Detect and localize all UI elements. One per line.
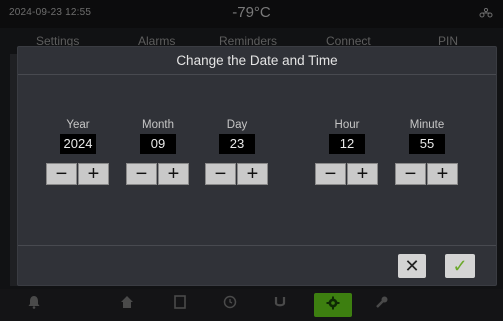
month-stepper: − + <box>126 163 190 185</box>
day-field: Day 23 − + <box>205 119 269 185</box>
divider <box>18 74 496 75</box>
day-label: Day <box>226 119 248 131</box>
hour-value: 12 <box>329 134 365 154</box>
bottom-nav-bar <box>0 289 503 321</box>
network-icon <box>479 7 493 21</box>
day-plus-button[interactable]: + <box>237 163 268 185</box>
year-field: Year 2024 − + <box>46 119 110 185</box>
minute-field: Minute 55 − + <box>395 119 459 185</box>
day-minus-button[interactable]: − <box>205 163 236 185</box>
dialog-title: Change the Date and Time <box>176 53 338 68</box>
day-stepper: − + <box>205 163 269 185</box>
hour-field: Hour 12 − + <box>315 119 379 185</box>
magnet-icon[interactable] <box>270 295 290 315</box>
month-label: Month <box>142 119 174 131</box>
hour-minus-button[interactable]: − <box>315 163 346 185</box>
year-minus-button[interactable]: − <box>46 163 77 185</box>
clock-icon[interactable] <box>220 295 240 315</box>
day-value: 23 <box>219 134 255 154</box>
month-field: Month 09 − + <box>126 119 190 185</box>
bell-icon[interactable] <box>24 295 44 315</box>
hour-label: Hour <box>334 119 360 131</box>
year-stepper: − + <box>46 163 110 185</box>
minute-stepper: − + <box>395 163 459 185</box>
home-icon[interactable] <box>117 295 137 315</box>
month-plus-button[interactable]: + <box>158 163 189 185</box>
hour-stepper: − + <box>315 163 379 185</box>
month-value: 09 <box>140 134 176 154</box>
wrench-icon[interactable] <box>372 295 392 315</box>
status-bar: 2024-09-23 12:55 -79°C <box>0 0 503 28</box>
screen: 2024-09-23 12:55 -79°C Settings Alarms R… <box>0 0 503 321</box>
hour-plus-button[interactable]: + <box>347 163 378 185</box>
confirm-button[interactable]: ✓ <box>445 254 475 278</box>
gear-icon[interactable] <box>314 293 352 317</box>
cancel-button[interactable]: ✕ <box>398 254 426 278</box>
temperature-readout: -79°C <box>232 4 271 21</box>
divider <box>18 245 496 246</box>
date-time-dialog: Change the Date and Time Year 2024 − + M… <box>17 46 497 286</box>
year-label: Year <box>66 119 90 131</box>
year-plus-button[interactable]: + <box>78 163 109 185</box>
month-minus-button[interactable]: − <box>126 163 157 185</box>
minute-value: 55 <box>409 134 445 154</box>
minute-plus-button[interactable]: + <box>427 163 458 185</box>
minute-minus-button[interactable]: − <box>395 163 426 185</box>
document-icon[interactable] <box>170 295 190 315</box>
year-value: 2024 <box>60 134 96 154</box>
minute-label: Minute <box>409 119 445 131</box>
